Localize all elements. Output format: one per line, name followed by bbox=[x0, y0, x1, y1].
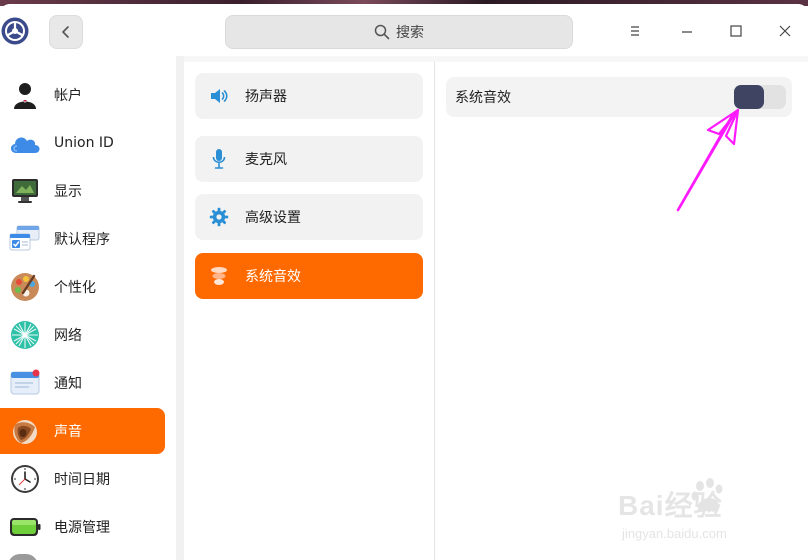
baidu-jingyan-watermark: Bai经验 jingyan.baidu.com bbox=[618, 476, 798, 556]
sound-menu-item-microphone[interactable]: 麦克风 bbox=[195, 136, 423, 182]
sidebar-item-label: 通知 bbox=[54, 376, 82, 392]
palette-icon bbox=[8, 270, 42, 304]
network-icon bbox=[8, 318, 42, 352]
sidebar-item-power[interactable]: 电源管理 bbox=[0, 504, 165, 550]
title-bar: 搜索 bbox=[0, 4, 808, 56]
sidebar-item-label: 帐户 bbox=[54, 88, 82, 104]
sound-effects-icon bbox=[209, 266, 229, 286]
sidebar-item-partial-icon bbox=[8, 554, 38, 560]
search-placeholder: 搜索 bbox=[396, 25, 424, 41]
sound-menu-panel: 扬声器 麦克风 高级设置 系统音效 bbox=[184, 62, 434, 560]
sidebar: 帐户 Union ID 显示 默认程序 个性化 网络 通知 声音 时间日期 电源… bbox=[0, 56, 176, 560]
sound-menu-item-system-sounds[interactable]: 系统音效 bbox=[195, 253, 423, 299]
sidebar-item-personalization[interactable]: 个性化 bbox=[0, 264, 165, 310]
sidebar-item-network[interactable]: 网络 bbox=[0, 312, 165, 358]
sidebar-item-notification[interactable]: 通知 bbox=[0, 360, 165, 406]
sound-menu-item-label: 高级设置 bbox=[245, 210, 301, 226]
sidebar-item-account[interactable]: 帐户 bbox=[0, 72, 165, 118]
gear-icon bbox=[209, 207, 229, 227]
user-account-icon bbox=[8, 78, 42, 112]
sidebar-item-label: 网络 bbox=[54, 328, 82, 344]
battery-icon bbox=[8, 510, 42, 544]
sound-menu-item-advanced[interactable]: 高级设置 bbox=[195, 194, 423, 240]
search-input[interactable]: 搜索 bbox=[225, 15, 573, 49]
back-button[interactable] bbox=[49, 15, 83, 49]
sidebar-item-union-id[interactable]: Union ID bbox=[0, 120, 165, 166]
watermark-url: jingyan.baidu.com bbox=[622, 526, 727, 541]
default-apps-icon bbox=[8, 222, 42, 256]
minimize-icon bbox=[682, 31, 692, 33]
search-icon bbox=[374, 24, 390, 40]
notification-icon bbox=[8, 366, 42, 400]
control-center-window: 搜索 帐户 Union ID 显示 默认程序 个性化 网络 通知 声音 时间日期… bbox=[0, 4, 808, 560]
close-icon bbox=[779, 25, 791, 37]
speaker-icon bbox=[209, 86, 229, 106]
sound-menu-item-label: 扬声器 bbox=[245, 89, 287, 105]
sidebar-item-label: 个性化 bbox=[54, 280, 96, 296]
sidebar-item-label: 时间日期 bbox=[54, 472, 110, 488]
paw-logo-icon bbox=[691, 478, 723, 512]
cloud-icon bbox=[8, 126, 42, 160]
close-button[interactable] bbox=[772, 18, 798, 44]
hamburger-menu-icon bbox=[631, 26, 639, 36]
minimize-button[interactable] bbox=[674, 18, 700, 44]
system-sounds-label: 系统音效 bbox=[455, 90, 511, 106]
sidebar-item-label: 默认程序 bbox=[54, 232, 110, 248]
sound-menu-item-label: 系统音效 bbox=[245, 269, 301, 285]
sidebar-item-display[interactable]: 显示 bbox=[0, 168, 165, 214]
sidebar-item-date-time[interactable]: 时间日期 bbox=[0, 456, 165, 502]
monitor-icon bbox=[8, 174, 42, 208]
window-menu-button[interactable] bbox=[622, 18, 648, 44]
sidebar-item-label: 显示 bbox=[54, 184, 82, 200]
sidebar-item-label: 声音 bbox=[54, 424, 82, 440]
maximize-icon bbox=[730, 25, 742, 37]
sidebar-divider bbox=[176, 56, 184, 560]
clock-icon bbox=[8, 462, 42, 496]
annotation-arrow-icon bbox=[676, 108, 740, 212]
control-center-logo-icon bbox=[0, 16, 30, 46]
chevron-left-icon bbox=[62, 26, 69, 38]
sound-menu-item-speaker[interactable]: 扬声器 bbox=[195, 73, 423, 119]
sidebar-item-default-apps[interactable]: 默认程序 bbox=[0, 216, 165, 262]
sound-menu-item-label: 麦克风 bbox=[245, 152, 287, 168]
microphone-icon bbox=[209, 149, 229, 169]
sound-icon bbox=[8, 414, 42, 448]
sidebar-item-label: 电源管理 bbox=[54, 520, 110, 536]
sidebar-item-sound[interactable]: 声音 bbox=[0, 408, 165, 454]
maximize-button[interactable] bbox=[723, 18, 749, 44]
sidebar-item-label: Union ID bbox=[54, 135, 114, 151]
